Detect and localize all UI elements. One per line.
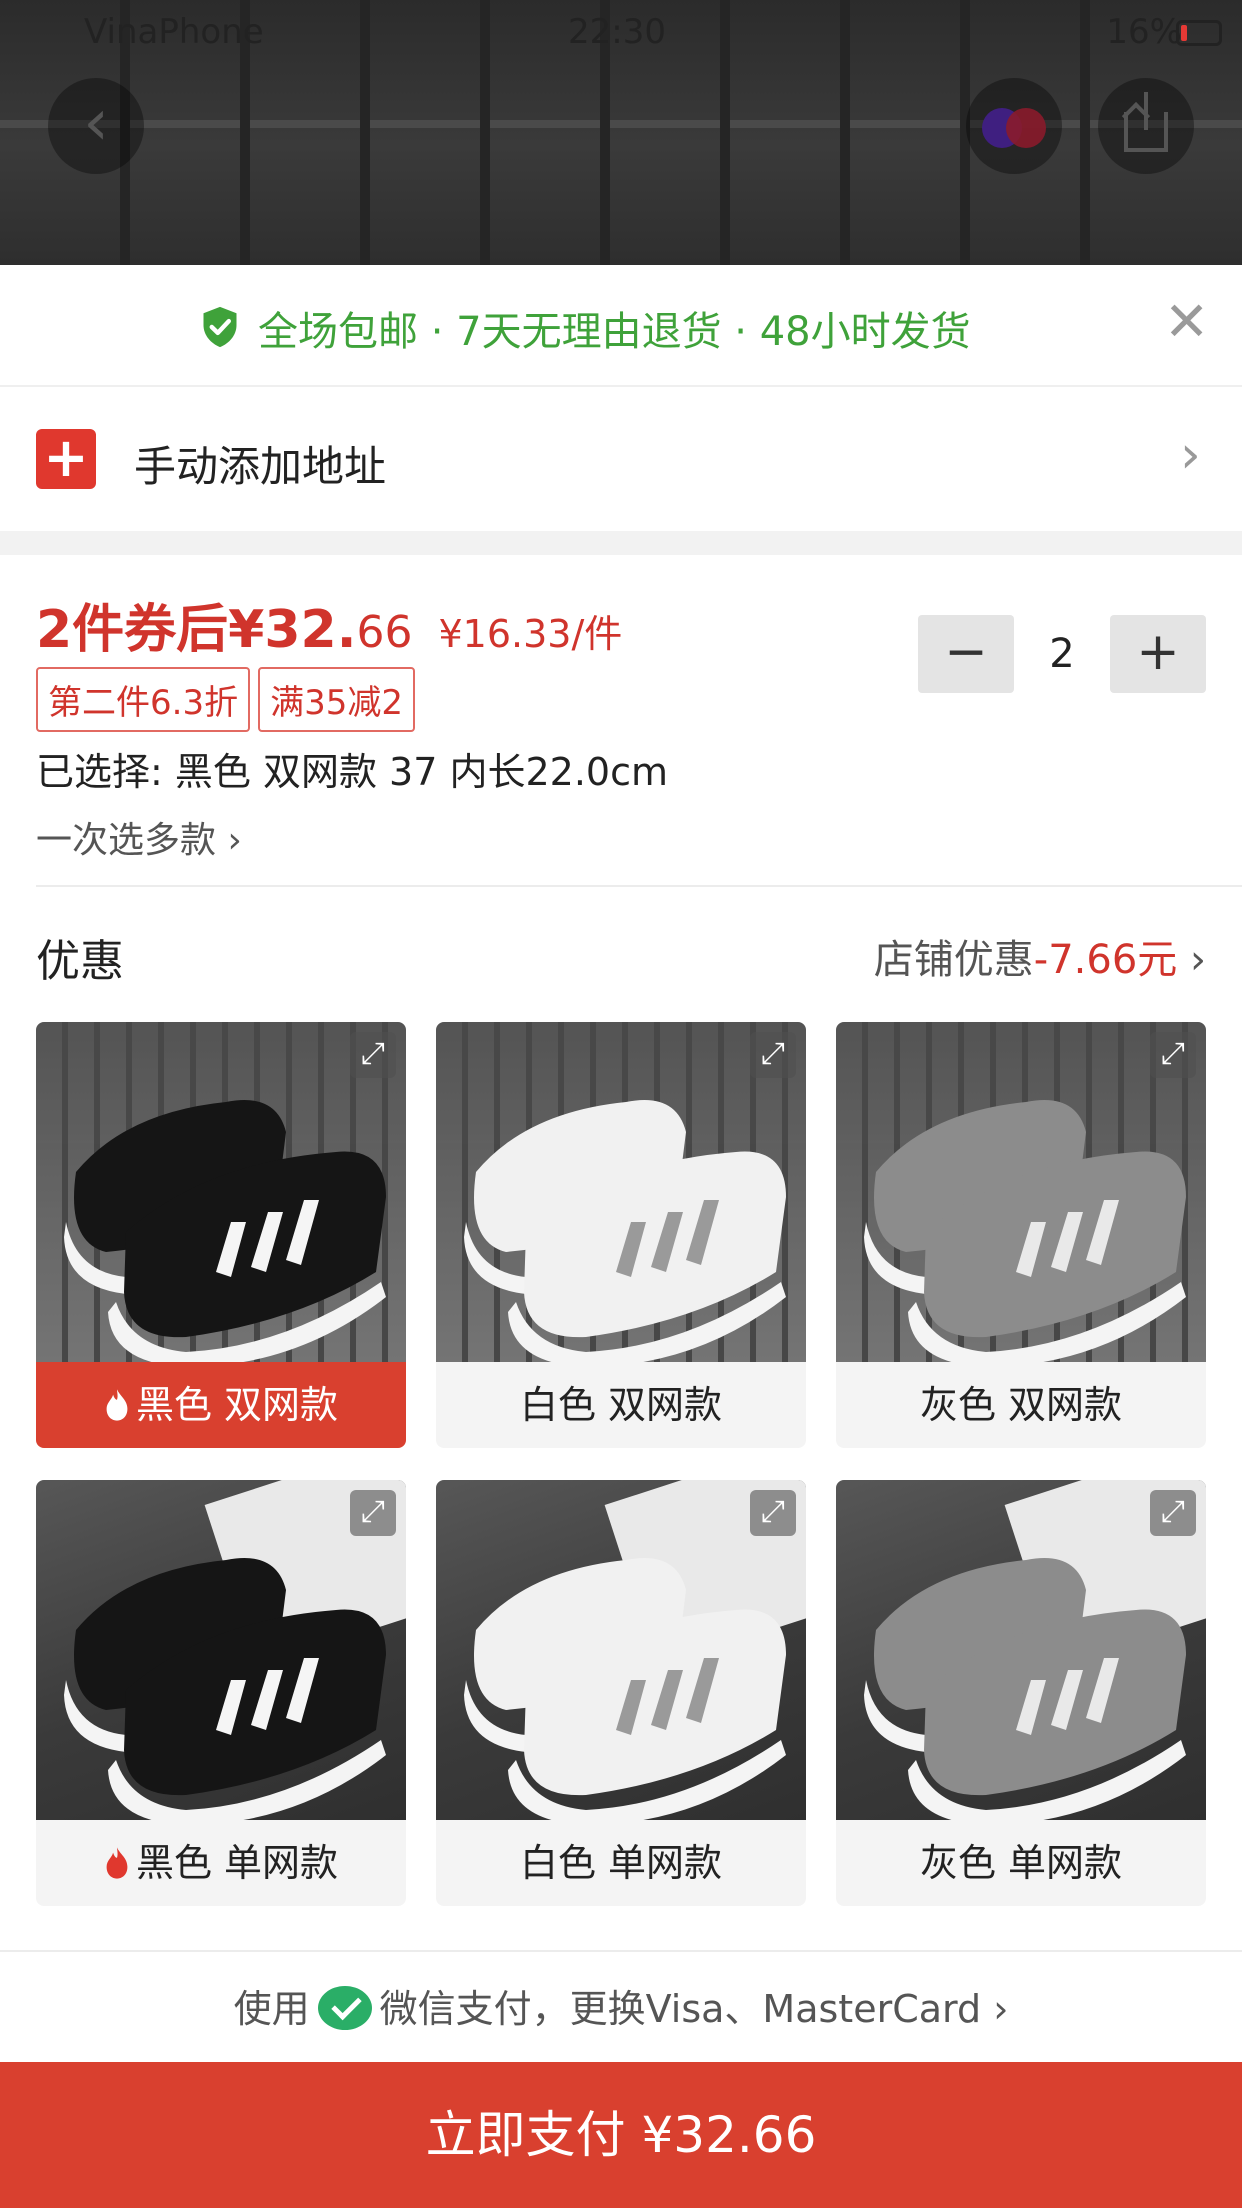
selected-variant-text: 已选择: 黑色 双网款 37 内长22.0cm	[36, 750, 668, 794]
discount-tag: 满35减2	[258, 667, 415, 732]
flame-icon	[106, 1389, 128, 1421]
backdrop-image: VinaPhone 22:30 16% ‹	[0, 0, 1242, 265]
coupon-price-cents: 66	[356, 607, 413, 658]
chevron-right-icon: ›	[1177, 937, 1206, 983]
coupon-price: 2件券后¥32.	[36, 600, 357, 660]
variant-label-row: 白色 双网款	[436, 1362, 806, 1448]
variant-label-row: 黑色 双网款	[36, 1362, 406, 1448]
flame-icon	[106, 1847, 128, 1879]
shield-check-icon	[203, 306, 237, 348]
order-sheet: 全场包邮 · 7天无理由退货 · 48小时发货 ✕ + 手动添加地址 › 2件券…	[0, 265, 1242, 2208]
variant-card[interactable]: ⤢ 白色 单网款	[436, 1480, 806, 1906]
promo-tags: 第二件6.3折 满35减2	[36, 667, 423, 732]
price-row: 2件券后¥32.66 ¥16.33/件	[36, 587, 622, 662]
expand-icon[interactable]: ⤢	[350, 1490, 396, 1536]
unit-price: ¥16.33/件	[438, 612, 623, 656]
quantity-value[interactable]: 2	[1014, 615, 1110, 693]
variant-label: 黑色 双网款	[135, 1383, 339, 1427]
discount-title: 优惠	[36, 936, 124, 987]
share-button[interactable]	[1098, 78, 1194, 174]
expand-icon[interactable]: ⤢	[350, 1032, 396, 1078]
divider	[0, 1950, 1242, 1952]
expand-icon[interactable]: ⤢	[1150, 1032, 1196, 1078]
variant-card[interactable]: ⤢ 灰色 单网款	[836, 1480, 1206, 1906]
battery-icon	[1176, 20, 1222, 46]
variant-label-row: 灰色 单网款	[836, 1820, 1206, 1906]
add-address-row[interactable]: + 手动添加地址 ›	[0, 389, 1242, 531]
payment-method-text: 微信支付，更换Visa、MasterCard	[379, 1987, 982, 2031]
decrease-button[interactable]: −	[918, 615, 1014, 693]
variant-card[interactable]: ⤢ 灰色 双网款	[836, 1022, 1206, 1448]
variant-label: 黑色 单网款	[135, 1841, 339, 1885]
promo-text: 全场包邮 · 7天无理由退货 · 48小时发货	[258, 309, 971, 355]
variant-label: 白色 单网款	[519, 1841, 723, 1885]
chevron-left-icon: ‹	[83, 86, 109, 160]
carrier-label: VinaPhone	[84, 12, 264, 52]
variant-label-row: 灰色 双网款	[836, 1362, 1206, 1448]
chevron-right-icon: ›	[1180, 425, 1201, 485]
variant-card[interactable]: ⤢ 黑色 双网款	[36, 1022, 406, 1448]
status-bar: VinaPhone 22:30 16%	[0, 8, 1242, 56]
back-button[interactable]: ‹	[48, 78, 144, 174]
clock: 22:30	[568, 12, 666, 52]
wechat-pay-icon	[317, 1986, 372, 2030]
chevron-right-icon: ›	[981, 1987, 1009, 2031]
expand-icon[interactable]: ⤢	[1150, 1490, 1196, 1536]
expand-icon[interactable]: ⤢	[750, 1490, 796, 1536]
variant-card[interactable]: ⤢ 白色 双网款	[436, 1022, 806, 1448]
quantity-stepper: − 2 +	[918, 615, 1206, 693]
battery-percent: 16%	[1106, 12, 1182, 52]
pay-now-button[interactable]: 立即支付 ¥32.66	[0, 2062, 1242, 2208]
add-address-label: 手动添加地址	[134, 442, 387, 491]
increase-button[interactable]: +	[1110, 615, 1206, 693]
variant-card[interactable]: ⤢ 黑色 单网款	[36, 1480, 406, 1906]
expand-icon[interactable]: ⤢	[750, 1032, 796, 1078]
promo-banner: 全场包邮 · 7天无理由退货 · 48小时发货 ✕	[0, 265, 1242, 387]
variant-label: 灰色 单网款	[919, 1841, 1123, 1885]
section-gap	[0, 531, 1242, 555]
payment-method-row[interactable]: 使用 微信支付，更换Visa、MasterCard ›	[0, 1978, 1242, 2033]
variant-label: 白色 双网款	[519, 1383, 723, 1427]
variant-label: 灰色 双网款	[919, 1383, 1123, 1427]
payment-prefix: 使用	[233, 1987, 310, 2031]
divider	[36, 885, 1242, 887]
variant-label-row: 黑色 单网款	[36, 1820, 406, 1906]
close-icon[interactable]: ✕	[1164, 295, 1209, 349]
multi-select-link[interactable]: 一次选多款 ›	[36, 811, 242, 863]
brand-logo-button[interactable]	[966, 78, 1062, 174]
variant-label-row: 白色 单网款	[436, 1820, 806, 1906]
store-discount-label: 店铺优惠	[873, 937, 1034, 983]
store-discount-amount: -7.66元	[1033, 937, 1178, 983]
chevron-right-icon: ›	[216, 820, 242, 861]
discount-tag: 第二件6.3折	[36, 667, 251, 732]
plus-icon: +	[36, 429, 96, 489]
multi-select-label: 一次选多款	[36, 820, 217, 861]
store-discount-link[interactable]: 店铺优惠-7.66元 ›	[874, 927, 1206, 985]
